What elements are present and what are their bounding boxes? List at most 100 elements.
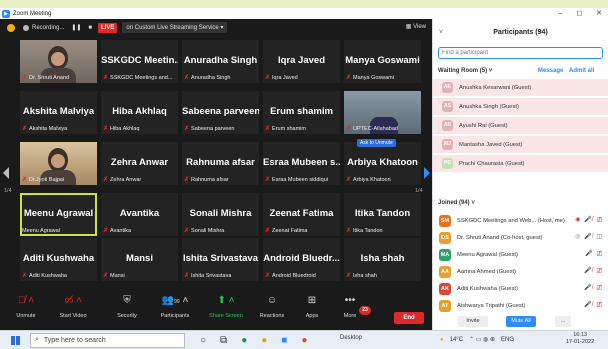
person-face xyxy=(51,52,65,66)
shield-icon[interactable] xyxy=(7,23,15,32)
participant-tile[interactable]: ✗ Dr.Jyoti Bajpai xyxy=(20,142,97,185)
participant-tile[interactable]: Sonali Mishra ✗ Sonali Mishra xyxy=(182,193,259,236)
next-page-icon[interactable] xyxy=(424,167,430,179)
participant-tile[interactable]: Sabeena parveen ✗ Sabeena parveen xyxy=(182,91,259,134)
participant-tile[interactable]: Anuradha Singh ✗ Anuradha Singh xyxy=(182,40,259,83)
avatar: SM xyxy=(439,214,451,227)
mic-muted-icon: ✗ xyxy=(103,273,109,279)
view-button[interactable]: ▦ View xyxy=(406,23,426,30)
edge-icon[interactable]: ● xyxy=(241,333,247,348)
mic-muted-icon: ✗ xyxy=(103,126,109,132)
participant-tile[interactable]: Manya Goswami ✗ Manya Goswami xyxy=(344,40,421,83)
participant-tile[interactable]: SSKGDC Meetin... ✗ SSKGDC Meetings and... xyxy=(101,40,178,83)
security-button[interactable]: ⛨ Security xyxy=(104,294,150,319)
participant-tile[interactable]: Hiba Akhlaq ✗ Hiba Akhlaq xyxy=(101,91,178,134)
participant-name: Dr. Shruti Anand (Co-host, guest) xyxy=(457,234,543,241)
status-icons[interactable]: ◉ 🎤̸ ◫̸ xyxy=(575,216,603,223)
status-icons[interactable]: 🎤̸ ◫̸ xyxy=(584,284,603,291)
status-icons[interactable]: 🎤̸ ◫̸ xyxy=(584,267,603,274)
tile-label: ✗ Anuradha Singh xyxy=(184,74,230,82)
unmute-button[interactable]: 🎙̸ ˄ Unmute xyxy=(3,294,49,319)
start-video-button[interactable]: ▭̸ ˄ Start Video xyxy=(50,294,96,319)
language-indicator[interactable]: ENG xyxy=(501,334,514,347)
joined-header[interactable]: Joined (94) ˅ xyxy=(438,200,475,206)
chrome-taskbar-icon[interactable]: ● xyxy=(301,333,307,348)
close-button[interactable]: ✕ xyxy=(596,8,602,19)
participant-name: Anushka Singh (Guest) xyxy=(459,103,519,110)
waiting-room-label[interactable]: Waiting Room (5) ˅ xyxy=(438,68,492,74)
invite-button[interactable]: Invite xyxy=(458,316,488,327)
pause-recording-button[interactable]: ❚❚ xyxy=(71,24,81,31)
tray-icons[interactable]: ⌃ ▭ ◍ ⊕ xyxy=(469,334,495,347)
participant-tile[interactable]: Ishita Srivastava ✗ Ishita Srivastava xyxy=(182,238,259,281)
maximize-button[interactable]: ◻ xyxy=(576,8,582,19)
status-icons[interactable]: 🎤̸ ◫̸ xyxy=(584,301,603,308)
weather-temp[interactable]: 14°C xyxy=(450,334,463,347)
participant-tile[interactable]: Aditi Kushwaha ✗ Aditi Kushwaha xyxy=(20,238,97,281)
end-meeting-button[interactable]: End xyxy=(394,312,424,324)
participant-tile[interactable]: ✗ UPTEC-Allahabad xyxy=(344,91,421,134)
more-options-button[interactable]: ... xyxy=(555,316,571,327)
participant-tile[interactable]: Mansi ✗ Mansi xyxy=(101,238,178,281)
chrome-icon[interactable]: ● xyxy=(261,333,267,348)
message-button[interactable]: Message xyxy=(538,68,563,74)
windows-start-icon[interactable] xyxy=(11,335,20,345)
stop-recording-button[interactable]: ■ xyxy=(88,25,92,31)
tile-label: ✗ Dr. Shruti Anand xyxy=(22,74,69,82)
tile-label: ✗ Aditi Kushwaha xyxy=(22,272,67,280)
waiting-row[interactable]: AK Anushka Kesarwani (Guest) xyxy=(433,79,608,96)
status-icons[interactable]: ◎ 🎤̸ ◫ xyxy=(575,233,603,240)
tile-label: ✗ UPTEC-Allahabad xyxy=(346,125,398,133)
tile-label-text: Dr.Jyoti Bajpai xyxy=(29,176,65,183)
tile-name: Aditi Kushwaha xyxy=(22,253,95,264)
participant-tile[interactable]: Meenu Agrawal Meenu Agrawal xyxy=(20,193,97,236)
tile-label: ✗ Akshita Malviya xyxy=(22,125,67,133)
clock-time: 16:13 xyxy=(573,332,587,338)
avatar: DS xyxy=(439,231,451,244)
participant-tile[interactable]: ✗ Dr. Shruti Anand xyxy=(20,40,97,83)
mic-muted-icon: ✗ xyxy=(184,228,190,234)
participant-tile[interactable]: Itika Tandon ✗ Itika Tandon xyxy=(344,193,421,236)
waiting-row[interactable]: AR Ayushi Rai (Guest) xyxy=(433,117,608,134)
participant-tile[interactable]: Akshita Malviya ✗ Akshita Malviya xyxy=(20,91,97,134)
tile-name: SSKGDC Meetin... xyxy=(101,55,178,66)
meeting-toolbar: 🎙̸ ˄ Unmute ▭̸ ˄ Start Video ⛨ Security … xyxy=(0,290,432,330)
status-icons[interactable]: 🎤 ◫̸ xyxy=(585,250,603,257)
participant-tile[interactable]: Avantika ✗ Avantika xyxy=(101,193,178,236)
mic-muted-icon: 🎙̸ ˄ xyxy=(17,295,35,306)
taskbar-clock[interactable]: 16:13 17-01-2022 xyxy=(566,332,594,346)
tile-label-text: Iqra Javed xyxy=(272,74,298,81)
participant-tile[interactable]: Esraa Mubeen s... ✗ Esraa Mubeen siddiqui xyxy=(263,142,340,185)
share-screen-button[interactable]: ⬆ ˄ Share Screen xyxy=(203,294,249,319)
task-view-icon[interactable]: ⧉ xyxy=(220,333,227,348)
tile-label-text: Itika Tandon xyxy=(353,227,383,234)
participant-search-input[interactable] xyxy=(438,47,603,59)
unmute-label: Unmute xyxy=(16,313,36,319)
participant-tile[interactable]: Android Bluedr... ✗ Android Bluedroid xyxy=(263,238,340,281)
cortana-icon[interactable]: ○ xyxy=(200,333,206,348)
mute-all-button[interactable]: Mute All xyxy=(506,316,536,327)
previous-page-icon[interactable] xyxy=(3,167,9,179)
tile-name: Mansi xyxy=(126,253,153,264)
participant-tile[interactable]: Zeenat Fatima ✗ Zeenat Fatima xyxy=(263,193,340,236)
participant-tile[interactable]: Erum shamim ✗ Erum shamim xyxy=(263,91,340,134)
live-service-dropdown[interactable]: on Custom Live Streaming Service ▾ xyxy=(122,22,228,33)
waiting-row[interactable]: AS Anushka Singh (Guest) xyxy=(433,98,608,115)
waiting-row[interactable]: MJ Mantasha Javed (Guest) xyxy=(433,136,608,153)
taskbar-search-input[interactable]: ⌕ Type here to search xyxy=(30,332,185,348)
avatar: AR xyxy=(442,120,453,131)
participant-tile[interactable]: Zehra Anwar ✗ Zehra Anwar xyxy=(101,142,178,185)
waiting-row[interactable]: PC Prachi Chaurasia (Guest) xyxy=(433,155,608,172)
admit-all-button[interactable]: Admit all xyxy=(569,68,594,74)
ask-to-unmute-button[interactable]: Ask to Unmute xyxy=(357,139,396,147)
participant-tile[interactable]: Iqra Javed ✗ Iqra Javed xyxy=(263,40,340,83)
minimize-button[interactable]: – xyxy=(558,8,562,19)
participant-tile[interactable]: Rahnuma afsar ✗ Rahnuma afsar xyxy=(182,142,259,185)
participant-tile[interactable]: Isha shah ✗ Isha shah xyxy=(344,238,421,281)
desktop-label[interactable]: Desktop xyxy=(340,335,362,341)
tile-label-text: Erum shamim xyxy=(272,125,306,132)
participant-tile[interactable]: Arbiya Khatoon ✗ Arbiya Khatoon xyxy=(344,142,421,185)
zoom-taskbar-icon[interactable]: ■ xyxy=(281,333,287,348)
top-strip xyxy=(0,0,608,8)
participants-button[interactable]: 👥99 ˄ Participants xyxy=(152,294,198,319)
